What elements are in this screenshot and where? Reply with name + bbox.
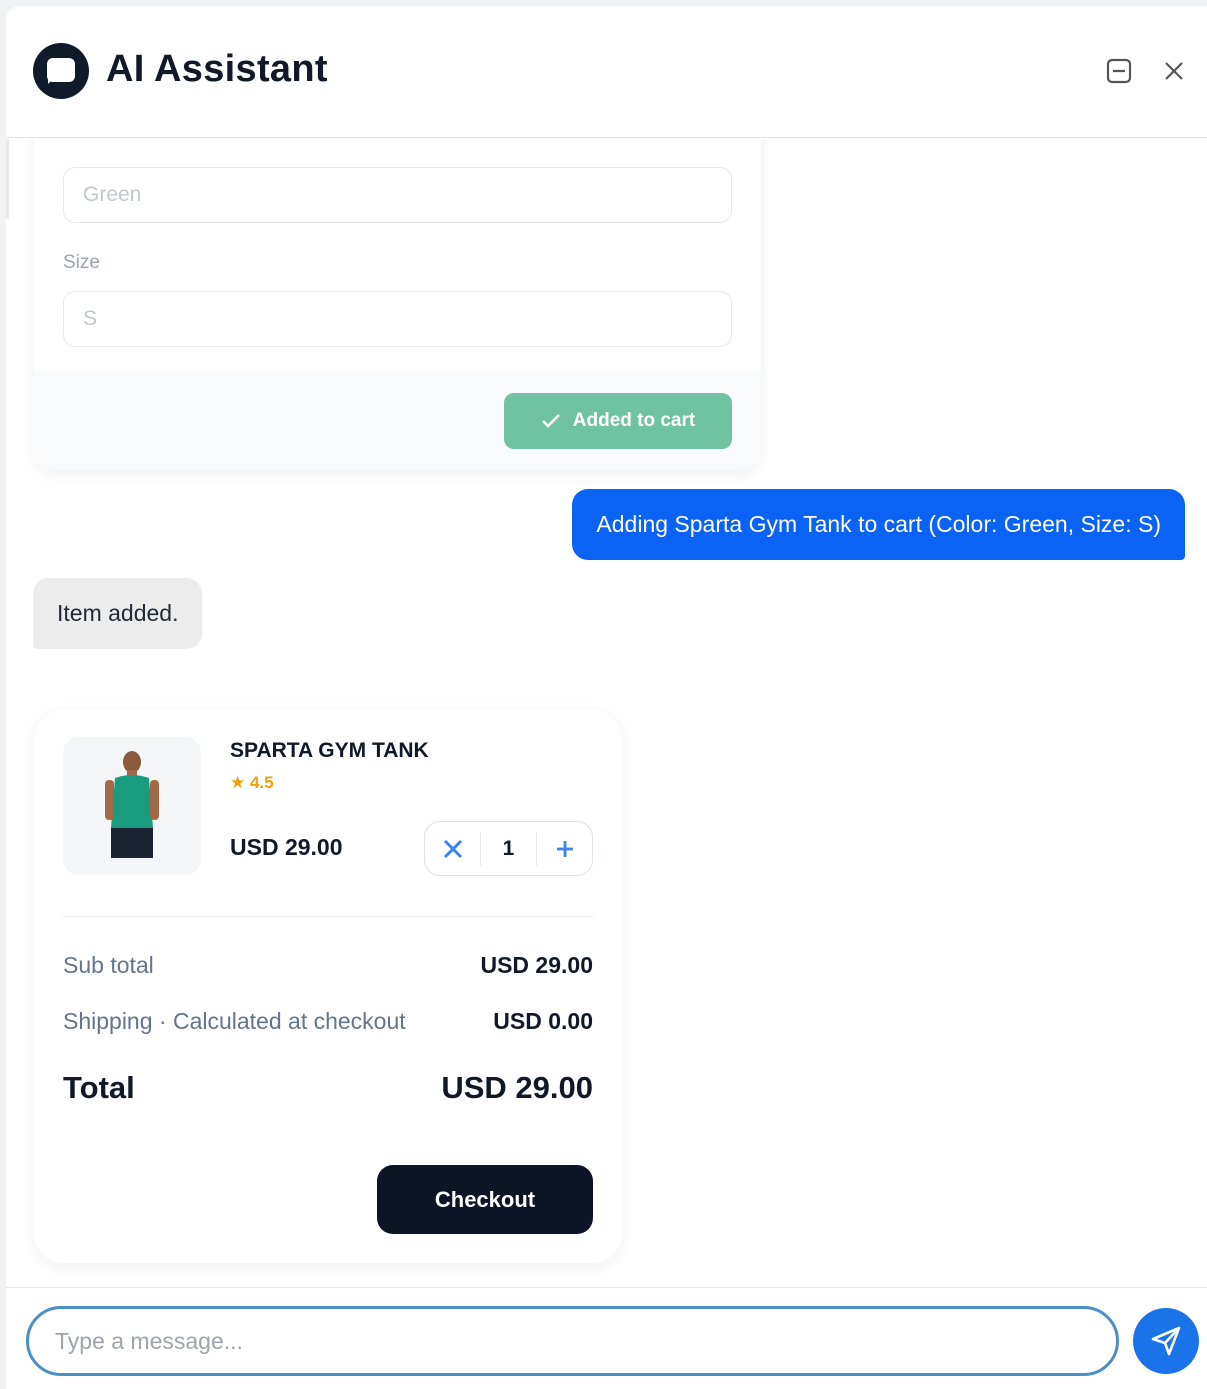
minimize-button[interactable] bbox=[1102, 54, 1136, 88]
assistant-logo-icon bbox=[33, 43, 89, 99]
chat-header: AI Assistant bbox=[6, 6, 1207, 138]
added-to-cart-button[interactable]: Added to cart bbox=[504, 393, 732, 449]
check-icon bbox=[541, 414, 560, 428]
bot-message: Item added. bbox=[33, 578, 203, 649]
shipping-row: Shipping · Calculated at checkout USD 0.… bbox=[63, 1008, 593, 1035]
divider bbox=[63, 916, 593, 917]
minimize-icon bbox=[1106, 58, 1132, 84]
subtotal-value: USD 29.00 bbox=[480, 952, 593, 978]
color-field[interactable]: Green bbox=[63, 167, 732, 223]
total-value: USD 29.00 bbox=[441, 1070, 593, 1105]
product-name: SPARTA GYM TANK bbox=[230, 739, 429, 762]
close-icon bbox=[1165, 62, 1183, 80]
message-input[interactable] bbox=[26, 1306, 1119, 1376]
shipping-label: Shipping · Calculated at checkout bbox=[63, 1008, 406, 1034]
user-message: Adding Sparta Gym Tank to cart (Color: G… bbox=[572, 489, 1185, 560]
user-message-text: Adding Sparta Gym Tank to cart (Color: G… bbox=[596, 511, 1161, 537]
shipping-value: USD 0.00 bbox=[493, 1008, 593, 1034]
size-field[interactable]: S bbox=[63, 291, 732, 347]
product-rating: ★ 4.5 bbox=[230, 773, 274, 792]
card-footer: Added to cart bbox=[34, 371, 761, 471]
plus-icon bbox=[556, 840, 573, 857]
scroll-edge bbox=[6, 139, 9, 219]
checkout-button[interactable]: Checkout bbox=[377, 1165, 593, 1234]
total-label: Total bbox=[63, 1070, 135, 1105]
added-to-cart-label: Added to cart bbox=[572, 410, 696, 431]
product-price: USD 29.00 bbox=[230, 834, 343, 860]
bot-message-text: Item added. bbox=[57, 600, 179, 626]
message-composer bbox=[6, 1287, 1207, 1389]
quantity-stepper: 1 bbox=[424, 821, 593, 876]
total-row: Total USD 29.00 bbox=[63, 1070, 593, 1106]
product-options-card: Green Size S Added to cart bbox=[34, 139, 761, 471]
quantity-value: 1 bbox=[480, 831, 537, 866]
close-button[interactable] bbox=[1157, 54, 1191, 88]
remove-item-button[interactable] bbox=[425, 822, 480, 875]
send-icon bbox=[1151, 1326, 1181, 1356]
subtotal-label: Sub total bbox=[63, 952, 154, 978]
tank-top-image bbox=[105, 751, 159, 858]
cart-card: SPARTA GYM TANK ★ 4.5 USD 29.00 1 Sub to… bbox=[34, 710, 622, 1263]
remove-icon bbox=[443, 839, 462, 858]
send-button[interactable] bbox=[1133, 1308, 1199, 1374]
subtotal-row: Sub total USD 29.00 bbox=[63, 952, 593, 979]
chat-window: AI Assistant Green Size S Added to cart … bbox=[6, 6, 1207, 1389]
increment-button[interactable] bbox=[537, 822, 592, 875]
chat-messages[interactable]: Green Size S Added to cart Adding Sparta… bbox=[6, 139, 1207, 1287]
size-label: Size bbox=[63, 252, 100, 273]
page-title: AI Assistant bbox=[106, 48, 328, 90]
product-thumbnail[interactable] bbox=[63, 737, 201, 875]
